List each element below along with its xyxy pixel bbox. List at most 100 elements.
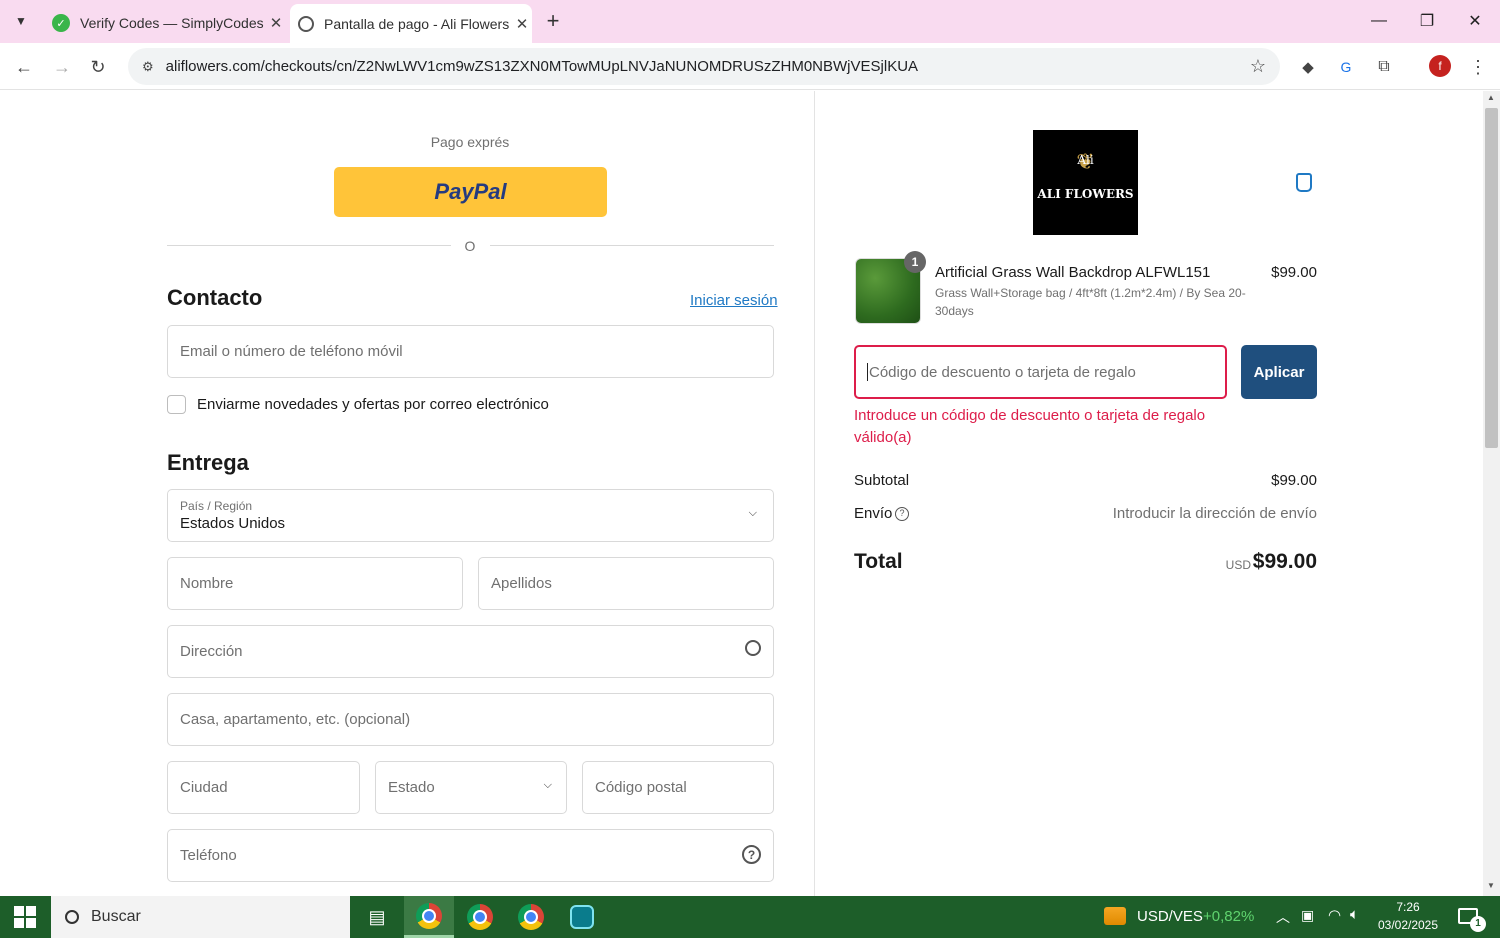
extension-icon[interactable]: ◆ [1294,53,1322,81]
first-name-field[interactable]: Nombre [167,557,463,610]
chrome-profile-k-icon[interactable] [506,896,556,938]
chrome-profile-f-icon[interactable] [404,896,454,938]
bookmark-star-icon[interactable]: ☆ [1250,56,1266,77]
shipping-value: Introducir la dirección de envío [1112,505,1317,522]
browser-tab-strip: ▼ ✓ Verify Codes — SimplyCodes ✕ Pantall… [0,0,1500,43]
total-value: $99.00 [1252,550,1317,573]
city-field[interactable]: Ciudad [167,761,360,814]
divider [167,245,451,246]
email-placeholder: Email o número de teléfono móvil [180,343,403,360]
login-link[interactable]: Iniciar sesión [690,292,778,309]
cart-bag-icon[interactable] [1296,173,1312,192]
browser-toolbar: ← → ↻ ⚙ aliflowers.com/checkouts/cn/Z2Nw… [0,43,1500,90]
page-scrollbar[interactable]: ▲ ▼ [1483,91,1500,896]
camera-icon[interactable]: ▣ [1301,907,1314,924]
extensions-puzzle-icon[interactable]: ⧉ [1370,53,1398,81]
tab-search-button[interactable]: ▼ [8,8,34,34]
translate-icon[interactable]: G [1332,53,1360,81]
tab-ali-flowers[interactable]: Pantalla de pago - Ali Flowers ✕ [290,4,532,43]
scroll-up-arrow-icon[interactable]: ▲ [1487,93,1495,102]
vpn-shield-icon[interactable] [557,896,607,938]
product-variant-line2: 30days [935,304,974,318]
ticker-pair[interactable]: USD/VES [1137,908,1203,925]
more-menu-icon[interactable]: ⋮ [1464,53,1492,81]
city-placeholder: Ciudad [180,779,228,796]
apartment-field[interactable]: Casa, apartamento, etc. (opcional) [167,693,774,746]
contact-heading: Contacto [167,285,263,310]
tab-title: Verify Codes — SimplyCodes [80,15,264,31]
scrollbar-thumb[interactable] [1485,108,1498,448]
delivery-heading: Entrega [167,450,249,475]
newsletter-checkbox[interactable] [167,395,186,414]
scroll-down-arrow-icon[interactable]: ▼ [1487,881,1495,890]
close-tab-icon[interactable]: ✕ [266,14,286,32]
close-window-button[interactable]: ✕ [1452,6,1498,36]
apply-button-label: Aplicar [1253,363,1305,381]
clock-time[interactable]: 7:26 [1378,900,1438,914]
ali-flowers-logo[interactable]: ❦ Ali ALI FLOWERS [1033,130,1138,235]
first-name-placeholder: Nombre [180,575,234,592]
last-name-placeholder: Apellidos [491,575,552,592]
discount-code-field[interactable]: Código de descuento o tarjeta de regalo [854,345,1227,399]
forward-button[interactable]: → [48,53,76,81]
start-button[interactable] [14,906,36,928]
product-price: $99.00 [1271,264,1317,281]
arrow-right-icon: → [53,56,71,77]
site-info-icon[interactable]: ⚙ [142,59,154,75]
new-tab-button[interactable]: + [540,8,566,34]
address-bar[interactable]: ⚙ aliflowers.com/checkouts/cn/Z2NwLWV1cm… [128,48,1280,85]
apply-button[interactable]: Aplicar [1241,345,1317,399]
wifi-icon[interactable]: ◠ [1328,906,1341,924]
back-button[interactable]: ← [10,53,38,81]
last-name-field[interactable]: Apellidos [478,557,774,610]
country-label: País / Región [180,499,253,513]
paypal-button[interactable]: PayPal [334,167,607,217]
quantity-badge: 1 [904,251,926,273]
phone-field[interactable]: Teléfono ? [167,829,774,882]
windows-logo-icon [14,906,24,916]
chrome-profile-j-icon[interactable] [455,896,505,938]
reload-button[interactable]: ↻ [84,53,112,81]
chevron-down-icon: ▼ [15,14,27,28]
arrow-left-icon: ← [15,56,33,77]
chrome-icon [467,904,493,930]
email-field[interactable]: Email o número de teléfono móvil [167,325,774,378]
show-hidden-icons-chevron-icon[interactable]: ︿ [1276,907,1290,927]
zip-field[interactable]: Código postal [582,761,774,814]
state-select[interactable]: Estado ⌵ [375,761,567,814]
ticker-widget-icon[interactable] [1104,907,1126,925]
text-cursor [867,363,868,381]
tab-simplycodes[interactable]: ✓ Verify Codes — SimplyCodes ✕ [44,6,286,40]
tab-title: Pantalla de pago - Ali Flowers [324,15,510,32]
address-field[interactable]: Dirección [167,625,774,678]
vpn-icon [570,905,594,929]
apartment-placeholder: Casa, apartamento, etc. (opcional) [180,711,411,728]
globe-icon [298,15,314,32]
chevron-down-icon: ⌵ [543,779,552,791]
country-select[interactable]: País / Región Estados Unidos ⌵ [167,489,774,542]
simplycodes-favicon-icon: ✓ [52,14,70,32]
notification-count-badge: 1 [1470,916,1486,932]
subtotal-label: Subtotal [854,472,910,489]
logo-text-brand: ALI FLOWERS [1037,187,1134,201]
volume-icon[interactable]: 🔈︎ [1350,906,1359,923]
taskbar-search-box[interactable]: Buscar [51,896,350,938]
restore-button[interactable]: ❐ [1404,6,1450,36]
discount-error-line1: Introduce un código de descuento o tarje… [854,407,1206,424]
search-icon [745,640,761,656]
url-text: aliflowers.com/checkouts/cn/Z2NwLWV1cm9w… [165,58,919,75]
task-view-icon[interactable]: ▤ [352,896,402,938]
ticker-change: +0,82% [1203,908,1255,925]
minimize-button[interactable]: — [1356,6,1402,36]
divider [490,245,774,246]
close-tab-icon[interactable]: ✕ [512,15,532,33]
help-circle-icon[interactable]: ? [742,845,761,864]
chrome-icon [416,902,442,929]
chrome-icon [518,904,544,930]
state-placeholder: Estado [388,779,435,796]
profile-avatar[interactable]: f [1429,55,1451,77]
clock-date[interactable]: 03/02/2025 [1374,918,1442,932]
search-icon [65,910,79,924]
shipping-info-icon[interactable]: ? [895,507,909,521]
order-summary: ❦ Ali ALI FLOWERS 1 Artificial Grass Wal… [815,91,1483,896]
